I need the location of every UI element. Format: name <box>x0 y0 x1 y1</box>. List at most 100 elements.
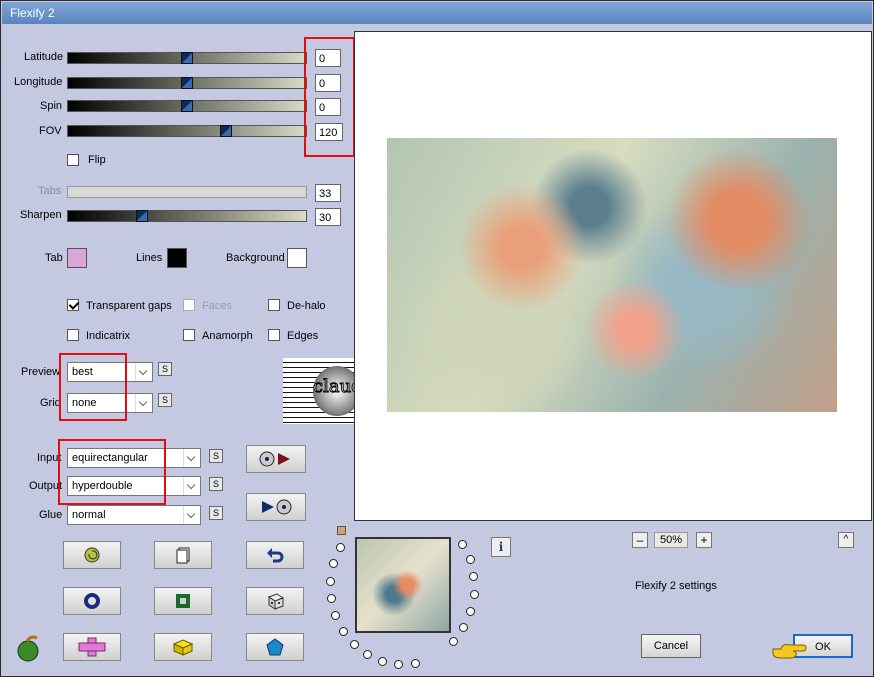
chevron-down-icon <box>183 506 200 524</box>
chevron-down-icon <box>135 394 152 412</box>
highlight-box <box>58 439 166 505</box>
latitude-slider[interactable] <box>67 52 307 64</box>
pentagon-gem-icon <box>266 638 284 656</box>
flip-checkbox[interactable] <box>67 154 79 166</box>
fov-slider[interactable] <box>67 125 307 137</box>
longitude-slider[interactable] <box>67 77 307 89</box>
edges-checkbox[interactable] <box>268 329 280 341</box>
cancel-button[interactable]: Cancel <box>641 634 701 658</box>
de-halo-label: De-halo <box>287 300 326 312</box>
zoom-in-button[interactable]: + <box>696 532 712 548</box>
longitude-label: Longitude <box>14 76 63 88</box>
navigator-dot[interactable] <box>459 623 469 633</box>
pointing-hand-icon <box>772 644 807 659</box>
tab-color-swatch[interactable] <box>67 248 87 268</box>
transparent-gaps-label: Transparent gaps <box>86 300 172 312</box>
navigator-dot[interactable] <box>458 539 468 549</box>
output-to-input-button[interactable] <box>246 493 306 521</box>
zoom-out-button[interactable]: – <box>632 532 648 548</box>
glue-s-button[interactable]: S <box>209 506 223 520</box>
navigator-dot[interactable] <box>326 576 336 586</box>
transparent-gaps-checkbox[interactable] <box>67 299 79 311</box>
pink-cross-icon <box>78 637 106 657</box>
de-halo-checkbox[interactable] <box>268 299 280 311</box>
navigator-dot[interactable] <box>329 559 339 569</box>
navigator-dot[interactable] <box>363 650 373 660</box>
background-color-swatch[interactable] <box>287 248 307 268</box>
grid-label: Grid <box>40 397 61 409</box>
tile-button[interactable] <box>63 633 121 661</box>
grid-s-button[interactable]: S <box>158 393 172 407</box>
highlight-box <box>304 37 355 157</box>
navigator-dot[interactable] <box>448 637 458 647</box>
navigator-thumbnail[interactable] <box>355 537 451 633</box>
navigator-dot[interactable] <box>394 659 404 669</box>
glue-select[interactable]: normal <box>67 505 201 525</box>
dialog-window: Flexify 2 Latitude 0 Longitude 0 Spin 0 … <box>0 0 874 677</box>
tabs-slider <box>67 186 307 198</box>
navigator-dot[interactable] <box>410 658 420 668</box>
tab-color-label: Tab <box>45 252 63 264</box>
input-s-button[interactable]: S <box>209 449 223 463</box>
yellow-block-icon <box>172 639 194 656</box>
flip-label: Flip <box>88 154 106 166</box>
collapse-button[interactable]: ^ <box>838 532 854 548</box>
navigator-dot[interactable] <box>339 626 349 636</box>
gem-button[interactable] <box>246 633 304 661</box>
glue-select-value: normal <box>72 509 106 521</box>
input-to-output-button[interactable] <box>246 445 306 473</box>
spin-slider[interactable] <box>67 100 307 112</box>
lines-color-swatch[interactable] <box>167 248 187 268</box>
navigator-dot[interactable] <box>349 639 359 649</box>
spin-thumb[interactable] <box>181 100 193 112</box>
fov-label: FOV <box>39 125 62 137</box>
navigator-dot[interactable] <box>326 594 336 604</box>
undo-icon <box>267 548 284 563</box>
indicatrix-checkbox[interactable] <box>67 329 79 341</box>
navigator-handle[interactable] <box>337 526 346 535</box>
page-icon <box>176 547 190 564</box>
navigator-dot[interactable] <box>378 656 388 666</box>
flexify-logo-icon <box>17 635 39 662</box>
window-title: Flexify 2 <box>10 6 55 20</box>
copy-button[interactable] <box>154 541 212 569</box>
highlight-box <box>59 353 127 421</box>
output-s-button[interactable]: S <box>209 477 223 491</box>
lines-color-label: Lines <box>136 252 163 264</box>
latitude-thumb[interactable] <box>181 52 193 64</box>
sharpen-thumb[interactable] <box>136 210 148 222</box>
tabs-value[interactable]: 33 <box>315 184 341 202</box>
preview-canvas[interactable] <box>354 31 872 521</box>
undo-button[interactable] <box>246 541 304 569</box>
sharpen-value[interactable]: 30 <box>315 208 341 226</box>
zoom-level: 50% <box>654 532 688 548</box>
navigator-dot[interactable] <box>466 607 476 617</box>
settings-label: Flexify 2 settings <box>635 580 717 592</box>
background-color-label: Background <box>226 252 285 264</box>
sharpen-slider[interactable] <box>67 210 307 222</box>
latitude-label: Latitude <box>24 51 64 63</box>
disc-play-icon <box>259 451 290 467</box>
navigator-dot[interactable] <box>465 555 475 565</box>
navigator-dot[interactable] <box>469 572 479 582</box>
sharpen-label: Sharpen <box>20 209 62 221</box>
anamorph-checkbox[interactable] <box>183 329 195 341</box>
info-icon[interactable]: i <box>491 537 511 557</box>
preview-s-button[interactable]: S <box>158 362 172 376</box>
fov-thumb[interactable] <box>220 125 232 137</box>
chevron-down-icon <box>183 477 200 495</box>
navigator-dot[interactable] <box>335 543 345 552</box>
dice-button[interactable] <box>246 587 304 615</box>
edges-label: Edges <box>287 330 319 342</box>
navigator-dot[interactable] <box>331 611 341 621</box>
faces-label: Faces <box>202 300 232 312</box>
navigator-dot[interactable] <box>469 590 479 600</box>
snail-icon <box>84 547 100 563</box>
anamorph-label: Anamorph <box>202 330 253 342</box>
ring-button[interactable] <box>63 587 121 615</box>
block-button[interactable] <box>154 633 212 661</box>
longitude-thumb[interactable] <box>181 77 193 89</box>
preview-image <box>387 138 837 412</box>
frame-button[interactable] <box>154 587 212 615</box>
randomize-button[interactable] <box>63 541 121 569</box>
